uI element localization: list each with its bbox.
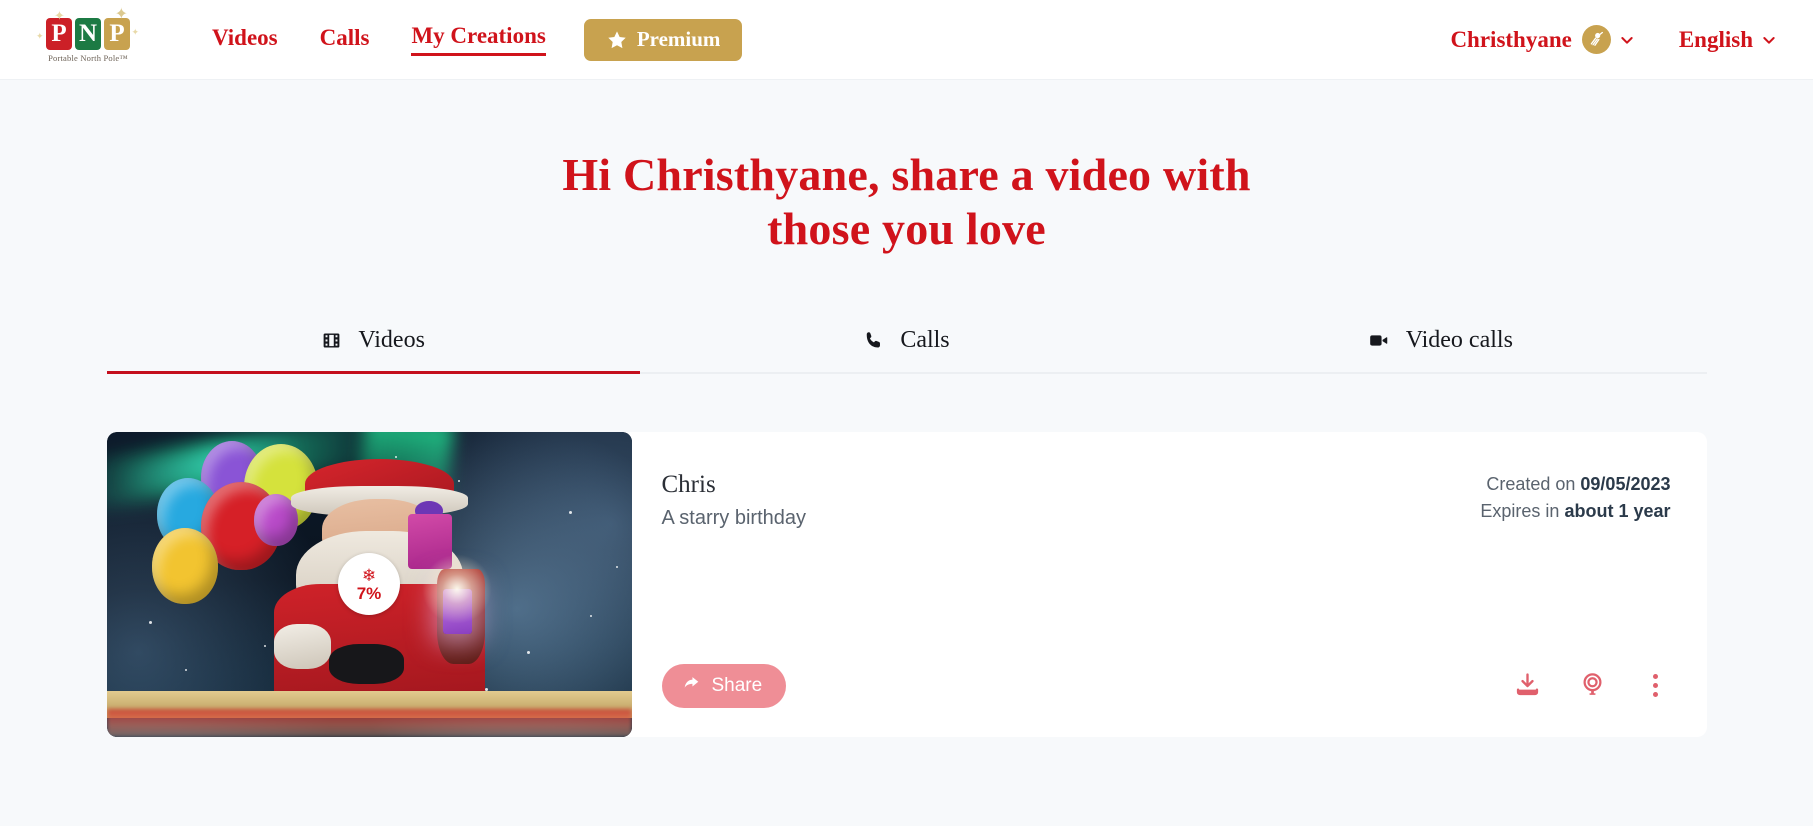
- user-menu[interactable]: Christhyane: [1450, 25, 1634, 54]
- sparkle-icon: ✦: [131, 27, 139, 37]
- language-menu[interactable]: English: [1679, 27, 1777, 53]
- tab-active-underline: [640, 371, 1173, 374]
- created-on-row: Created on 09/05/2023: [1480, 471, 1670, 498]
- main-navigation: Videos Calls My Creations: [212, 23, 546, 56]
- phone-icon: [863, 330, 884, 351]
- video-card-body: Chris A starry birthday Created on 09/05…: [632, 432, 1707, 737]
- created-on-label: Created on: [1486, 473, 1581, 494]
- secondary-actions: [1510, 666, 1671, 705]
- hero-section: Hi Christhyane, share a video with those…: [0, 80, 1813, 257]
- created-on-value: 09/05/2023: [1580, 473, 1671, 494]
- expires-in-row: Expires in about 1 year: [1480, 498, 1670, 525]
- logo-tile-p1: P: [46, 18, 72, 50]
- download-button[interactable]: [1510, 667, 1545, 705]
- logo-caption: Portable North Pole™: [48, 53, 128, 63]
- header-right-controls: Christhyane English: [1450, 25, 1777, 54]
- more-options-icon: [1644, 670, 1667, 701]
- nav-link-my-creations[interactable]: My Creations: [411, 23, 546, 56]
- logo-tile-p2: P: [104, 18, 130, 50]
- tab-label-video-calls: Video calls: [1405, 326, 1513, 353]
- chevron-down-icon: [1621, 32, 1635, 48]
- share-button[interactable]: Share: [661, 663, 787, 708]
- progress-badge: ❄ 7%: [338, 553, 400, 616]
- logo-tile-n: N: [75, 18, 101, 50]
- progress-percent: 7%: [356, 583, 382, 603]
- creations-list: ❄ 7% Chris A starry birthday Created on …: [106, 431, 1707, 737]
- tab-videos[interactable]: Videos: [106, 319, 640, 374]
- pnp-logo[interactable]: ✦ ✦ ✦ ✦ P N P Portable North Pole™: [36, 7, 140, 64]
- page-title-line1: Hi Christhyane, share a video with: [562, 149, 1251, 200]
- premium-button[interactable]: Premium: [583, 18, 743, 61]
- nav-link-videos[interactable]: Videos: [212, 25, 278, 55]
- download-icon: [1514, 671, 1541, 701]
- tab-video-calls[interactable]: Video calls: [1173, 319, 1706, 372]
- santa-cuff: [273, 624, 331, 670]
- tab-calls[interactable]: Calls: [640, 319, 1173, 372]
- snowflake-icon: ❄: [361, 565, 377, 585]
- santa-glove: [328, 644, 404, 685]
- tab-label-videos: Videos: [358, 326, 425, 353]
- tab-active-underline: [106, 370, 640, 374]
- language-label: English: [1678, 26, 1753, 52]
- tab-label-calls: Calls: [900, 326, 950, 353]
- expires-in-value: about 1 year: [1564, 500, 1671, 521]
- premium-label: Premium: [636, 27, 721, 51]
- chevron-down-icon: [1763, 32, 1777, 48]
- video-card-actions: Share: [661, 663, 1671, 708]
- sparkle-icon: ✦: [36, 31, 44, 41]
- elf-avatar-icon: [1581, 25, 1611, 54]
- video-camera-icon: [1367, 330, 1390, 351]
- video-card: ❄ 7% Chris A starry birthday Created on …: [106, 431, 1707, 737]
- record-webcam-button[interactable]: [1575, 667, 1610, 705]
- film-strip-icon: [321, 330, 342, 351]
- share-label: Share: [711, 674, 763, 696]
- site-header: ✦ ✦ ✦ ✦ P N P Portable North Pole™ Video…: [0, 0, 1813, 80]
- page-title: Hi Christhyane, share a video with those…: [0, 148, 1813, 257]
- creations-tabs: Videos Calls Video calls: [106, 319, 1707, 374]
- user-name: Christhyane: [1450, 26, 1572, 52]
- expires-in-label: Expires in: [1480, 500, 1565, 521]
- logo-tiles: ✦ ✦ ✦ ✦ P N P: [36, 7, 139, 50]
- page-title-line2: those you love: [767, 203, 1046, 255]
- video-thumbnail[interactable]: ❄ 7%: [106, 431, 632, 737]
- lantern-glow: [421, 553, 492, 624]
- more-options-button[interactable]: [1640, 666, 1671, 705]
- star-icon: [606, 29, 628, 51]
- video-metadata: Created on 09/05/2023 Expires in about 1…: [1480, 471, 1670, 526]
- nav-link-calls[interactable]: Calls: [320, 25, 370, 55]
- sleigh-glow: [106, 709, 632, 737]
- balloon: [152, 527, 219, 604]
- tab-active-underline: [1173, 371, 1706, 374]
- share-arrow-icon: [682, 673, 701, 698]
- record-webcam-icon: [1579, 671, 1606, 701]
